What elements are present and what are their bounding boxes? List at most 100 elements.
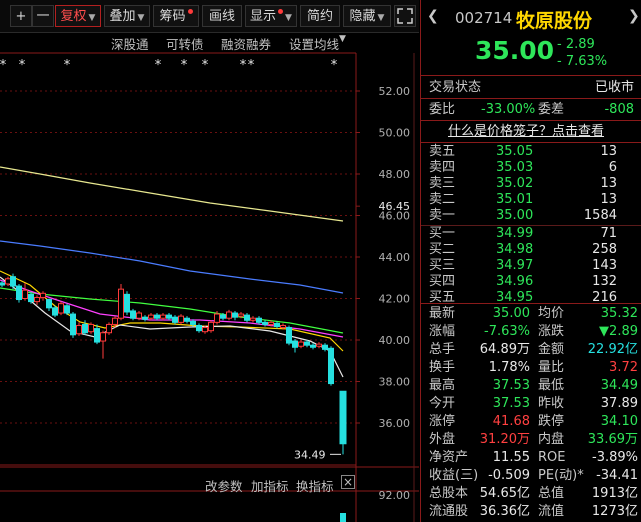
stat-value: 33.69万 (587, 432, 638, 447)
set-ma-button[interactable]: 设置均线 (289, 34, 339, 53)
stat-label: 均价 (538, 306, 565, 321)
order-level-label: 买三 (429, 258, 456, 273)
trade-status-label: 交易状态 (429, 80, 482, 95)
edit-params-button[interactable]: 改参数 (205, 476, 243, 495)
stats-row: 外盘 31.20万 内盘 33.69万 (421, 431, 641, 449)
link-convertible-bond[interactable]: 可转债 (166, 34, 204, 53)
chevron-right-icon[interactable]: ❯ (628, 8, 640, 24)
last-price: 35.00 (475, 36, 555, 65)
order-level-label: 卖二 (429, 192, 456, 207)
candle-body (190, 320, 196, 325)
stat-value: 11.55 (492, 450, 530, 465)
stat-label: 总手 (429, 342, 456, 357)
ask-row[interactable]: 卖五 35.05 13 (421, 144, 641, 160)
candle-body (5, 278, 11, 285)
moving-average-line (0, 287, 344, 334)
plus-icon: + (15, 9, 27, 24)
candle-body (184, 317, 190, 322)
fullscreen-icon (397, 8, 413, 24)
stat-label: 流通股 (429, 504, 469, 519)
price-tick-label: 42.00 (379, 293, 411, 306)
chevron-left-icon[interactable]: ❮ (427, 8, 439, 24)
stat-value: 22.92亿 (587, 342, 638, 357)
stat-label: 金额 (538, 342, 565, 357)
candle-body (262, 321, 268, 325)
candle-body (304, 341, 310, 346)
price-tick-label: 46.00 (379, 210, 411, 223)
stat-label: 最高 (429, 378, 456, 393)
candle-body (40, 292, 46, 298)
stat-label: 涨跌 (538, 324, 565, 339)
order-volume: 13 (600, 176, 617, 191)
candle-body (154, 314, 160, 319)
event-star-icon: * (240, 58, 247, 73)
link-margin-trading[interactable]: 融资融券 (221, 34, 271, 53)
bid-row[interactable]: 买二 34.98 258 (421, 242, 641, 258)
bid-row[interactable]: 买四 34.96 132 (421, 274, 641, 290)
stat-value: 1913亿 (591, 486, 638, 501)
switch-indicator-button[interactable]: 换指标 (296, 476, 334, 495)
candle-body (298, 341, 304, 347)
ask-row[interactable]: 卖二 35.01 13 (421, 192, 641, 208)
notification-dot-icon (278, 9, 284, 14)
display-button[interactable]: 显示 ▼ (245, 5, 297, 27)
candle-body (208, 321, 214, 332)
candle-body (76, 324, 82, 335)
order-level-label: 买一 (429, 226, 456, 241)
link-hk-connect[interactable]: 深股通 (111, 34, 149, 53)
stat-value: 37.89 (600, 396, 638, 411)
order-level-label: 卖四 (429, 160, 456, 175)
stats-row: 涨停 41.68 跌停 34.10 (421, 413, 641, 431)
close-icon[interactable]: × (341, 475, 355, 489)
moving-average-line (0, 276, 344, 378)
fuquan-button[interactable]: 复权 ▼ (55, 5, 101, 27)
chevron-down-icon: ▼ (88, 13, 96, 23)
event-star-icon: * (64, 58, 71, 73)
minus-icon: 一 (36, 9, 50, 24)
candle-body (310, 344, 316, 348)
simple-mode-button[interactable]: 简约 (300, 5, 340, 27)
stat-value: 1273亿 (591, 504, 638, 519)
bid-row[interactable]: 买三 34.97 143 (421, 258, 641, 274)
order-level-label: 买四 (429, 274, 456, 289)
order-price: 35.00 (496, 208, 534, 223)
fullscreen-button[interactable] (394, 5, 416, 27)
stat-label: ROE (538, 450, 566, 465)
candle-body (280, 324, 286, 329)
stat-value: 36.36亿 (479, 504, 530, 519)
event-star-icon: * (155, 58, 162, 73)
zoom-in-button[interactable]: + (10, 5, 32, 27)
candle-body (118, 288, 124, 319)
candle-body (316, 343, 322, 347)
ask-row[interactable]: 卖一 35.00 1584 (421, 208, 641, 224)
event-star-icon: * (0, 58, 7, 73)
order-volume: 71 (600, 226, 617, 241)
stat-value: 37.53 (492, 396, 530, 411)
draw-line-button[interactable]: 画线 (202, 5, 242, 27)
overlay-button[interactable]: 叠加 ▼ (104, 5, 150, 27)
candle-body (46, 299, 52, 309)
add-indicator-button[interactable]: 加指标 (251, 476, 289, 495)
order-price: 35.05 (496, 144, 534, 159)
kline-chart-area[interactable]: 52.00 50.00 48.00 46.45 46.00 44.00 42.00 40.00… (0, 33, 419, 522)
candle-body (328, 347, 334, 385)
ask-row[interactable]: 卖四 35.03 6 (421, 160, 641, 176)
stat-value: 37.53 (492, 378, 530, 393)
hide-button[interactable]: 隐藏 ▼ (343, 5, 391, 27)
bid-row[interactable]: 买一 34.99 71 (421, 226, 641, 242)
order-volume: 13 (600, 144, 617, 159)
ask-row[interactable]: 卖三 35.02 13 (421, 176, 641, 192)
price-tick-label: 38.00 (379, 376, 411, 389)
candle-body (250, 317, 256, 321)
order-volume: 1584 (583, 208, 617, 223)
chevron-down-icon[interactable]: ▼ (339, 34, 346, 44)
chips-button[interactable]: 筹码 (153, 5, 199, 27)
zoom-out-button[interactable]: 一 (32, 5, 54, 27)
volume-tick-label: 92.00 (379, 489, 411, 502)
candle-body (148, 314, 154, 319)
draw-line-label: 画线 (208, 9, 235, 24)
price-cage-link[interactable]: 什么是价格笼子？点击查看 (448, 122, 604, 141)
event-star-icon: * (19, 58, 26, 73)
divider (421, 142, 641, 143)
stat-label: 净资产 (429, 450, 469, 465)
